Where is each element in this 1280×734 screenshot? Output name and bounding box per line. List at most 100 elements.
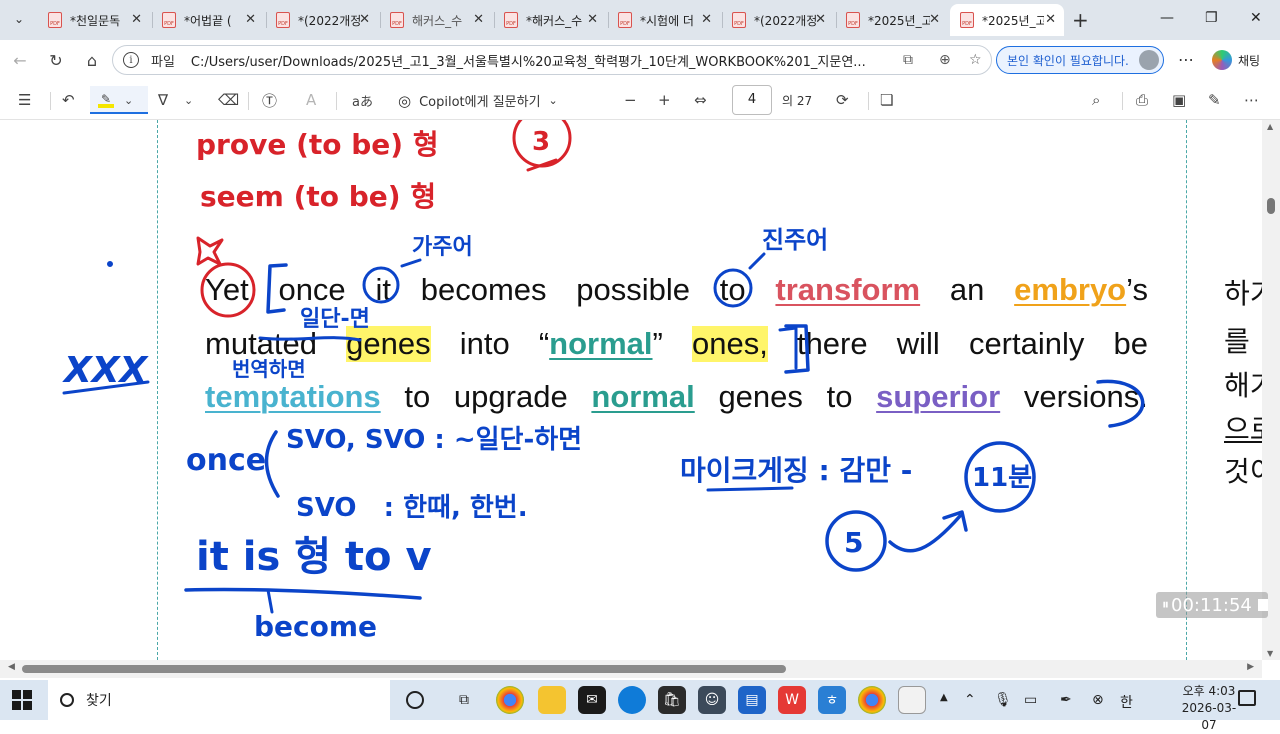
copilot-ask-button[interactable]: ◎ Copilot에게 질문하기 ⌄: [398, 91, 558, 111]
network-icon[interactable]: ▭: [1024, 692, 1037, 708]
clock[interactable]: 오후 4:03 2026-03-07: [1180, 683, 1238, 734]
cortana-icon[interactable]: [406, 691, 424, 709]
recording-timer[interactable]: ⏸ 00:11:54: [1156, 592, 1268, 618]
keyword-temptations: temptations: [205, 379, 381, 414]
windows-start-icon[interactable]: [12, 690, 32, 710]
search-label: 찾기: [86, 693, 112, 709]
zoom-in-icon[interactable]: +: [658, 90, 671, 110]
add-text-icon[interactable]: Ⓣ: [262, 90, 277, 110]
hangul-icon[interactable]: ㅎ: [818, 686, 846, 714]
scroll-thumb[interactable]: [1267, 198, 1275, 214]
chrome-icon[interactable]: [496, 686, 524, 714]
contents-list-icon[interactable]: ☰: [18, 90, 31, 110]
scroll-down-icon[interactable]: ▼: [1267, 649, 1273, 658]
pdf-icon: PDF: [162, 12, 176, 28]
undo-icon[interactable]: ↶: [62, 90, 75, 110]
edge-icon[interactable]: [618, 686, 646, 714]
back-arrow-icon[interactable]: ←: [8, 48, 32, 72]
tray-scroll-icon[interactable]: ▲: [940, 692, 948, 703]
scroll-left-icon[interactable]: ◀: [8, 662, 15, 672]
refresh-icon[interactable]: ↻: [44, 48, 68, 72]
minimize-button[interactable]: —: [1160, 10, 1174, 26]
draw-options-chevron-icon[interactable]: ⌄: [184, 90, 193, 110]
microphone-icon[interactable]: 🎙: [994, 692, 1012, 708]
tab[interactable]: PDF *시험에 더 ✕: [608, 4, 720, 36]
pen-icon[interactable]: ✒: [1060, 692, 1072, 708]
task-view-icon[interactable]: ⧉: [450, 686, 478, 714]
zoom-out-icon[interactable]: −: [624, 90, 637, 110]
sound-muted-icon[interactable]: ⊗: [1092, 692, 1104, 708]
draw-icon[interactable]: ∇: [158, 90, 168, 110]
app-icon[interactable]: ☺: [698, 686, 726, 714]
highlight-options-chevron-icon[interactable]: ⌄: [124, 90, 133, 110]
close-tab-icon[interactable]: ✕: [815, 12, 826, 27]
close-tab-icon[interactable]: ✕: [359, 12, 370, 27]
file-explorer-icon[interactable]: [538, 686, 566, 714]
tab[interactable]: PDF *해커스_수 ✕: [494, 4, 606, 36]
chrome-icon[interactable]: [858, 686, 886, 714]
search-icon[interactable]: ⌕: [1092, 90, 1100, 110]
save-icon[interactable]: ▣: [1172, 90, 1186, 110]
close-tab-icon[interactable]: ✕: [929, 12, 940, 27]
close-window-button[interactable]: ✕: [1250, 10, 1262, 26]
profile-verify-button[interactable]: 본인 확인이 필요합니다.: [996, 46, 1164, 74]
close-tab-icon[interactable]: ✕: [131, 12, 142, 27]
file-label: 파일: [151, 54, 175, 70]
pdf-document-area[interactable]: Yet once it becomes possible to transfor…: [0, 120, 1262, 660]
close-tab-icon[interactable]: ✕: [701, 12, 712, 27]
home-icon[interactable]: ⌂: [80, 48, 104, 72]
tab-title: *(2022개정: [754, 13, 816, 28]
vertical-scrollbar[interactable]: ▲ ▼: [1262, 120, 1280, 660]
url-box[interactable]: i 파일 C:/Users/user/Downloads/2025년_고1_3월…: [112, 45, 992, 75]
tab[interactable]: PDF *(2022개정 ✕: [722, 4, 834, 36]
tab[interactable]: PDF *어법끝 ( ✕: [152, 4, 264, 36]
more-options-icon[interactable]: ⋯: [1178, 50, 1194, 69]
page-number-input[interactable]: 4: [732, 85, 772, 115]
show-hidden-icons-chevron-icon[interactable]: ⌃: [964, 692, 976, 708]
app-available-icon[interactable]: ⧉: [903, 52, 913, 68]
favorite-star-icon[interactable]: ☆: [969, 52, 982, 68]
scroll-right-icon[interactable]: ▶: [1247, 662, 1254, 672]
translate-icon[interactable]: aあ: [352, 90, 373, 110]
zoom-icon[interactable]: ⊕: [939, 52, 951, 68]
highlighter-icon[interactable]: ✎: [98, 92, 114, 108]
info-icon[interactable]: i: [123, 52, 139, 68]
tab[interactable]: PDF 해커스_수 ✕: [380, 4, 492, 36]
restore-button[interactable]: ❐: [1205, 10, 1218, 26]
more-pdf-options-icon[interactable]: ⋯: [1244, 90, 1259, 110]
rotate-icon[interactable]: ⟳: [836, 90, 849, 110]
tab-active[interactable]: PDF *2025년_고 ✕: [950, 4, 1064, 36]
new-tab-button[interactable]: +: [1072, 8, 1089, 32]
notepad-icon[interactable]: [898, 686, 926, 714]
read-aloud-icon[interactable]: A: [306, 90, 316, 110]
notification-icon[interactable]: [1238, 690, 1256, 706]
fit-width-icon[interactable]: ⇔: [694, 90, 707, 110]
page-view-icon[interactable]: ❏: [880, 90, 893, 110]
taskbar-search[interactable]: 찾기: [48, 680, 390, 720]
word: to: [719, 272, 746, 307]
store-icon[interactable]: 🛍: [658, 686, 686, 714]
eraser-icon[interactable]: ⌫: [218, 90, 239, 110]
url-text[interactable]: C:/Users/user/Downloads/2025년_고1_3월_서울특별…: [191, 51, 891, 70]
close-tab-icon[interactable]: ✕: [473, 12, 484, 27]
tab[interactable]: PDF *천일문독 ✕: [38, 4, 150, 36]
ime-indicator[interactable]: 한: [1120, 692, 1133, 712]
pdf-icon: PDF: [618, 12, 632, 28]
stop-icon[interactable]: [1257, 599, 1268, 611]
tab-actions-menu-button[interactable]: ⌄: [6, 6, 32, 32]
horizontal-scrollbar[interactable]: ◀ ▶: [0, 660, 1262, 678]
print-icon[interactable]: ⎙: [1136, 90, 1148, 110]
close-tab-icon[interactable]: ✕: [245, 12, 256, 27]
pause-icon[interactable]: ⏸: [1162, 597, 1169, 613]
scroll-up-icon[interactable]: ▲: [1267, 122, 1273, 131]
close-tab-icon[interactable]: ✕: [1045, 12, 1056, 27]
close-tab-icon[interactable]: ✕: [587, 12, 598, 27]
copilot-chat-button[interactable]: 채팅: [1212, 50, 1260, 70]
app-icon[interactable]: W: [778, 686, 806, 714]
app-icon[interactable]: ▤: [738, 686, 766, 714]
tab[interactable]: PDF *2025년_고 ✕: [836, 4, 948, 36]
tab[interactable]: PDF *(2022개정 ✕: [266, 4, 378, 36]
mail-icon[interactable]: ✉: [578, 686, 606, 714]
save-as-icon[interactable]: ✎: [1208, 90, 1221, 110]
scroll-thumb[interactable]: [22, 665, 786, 673]
